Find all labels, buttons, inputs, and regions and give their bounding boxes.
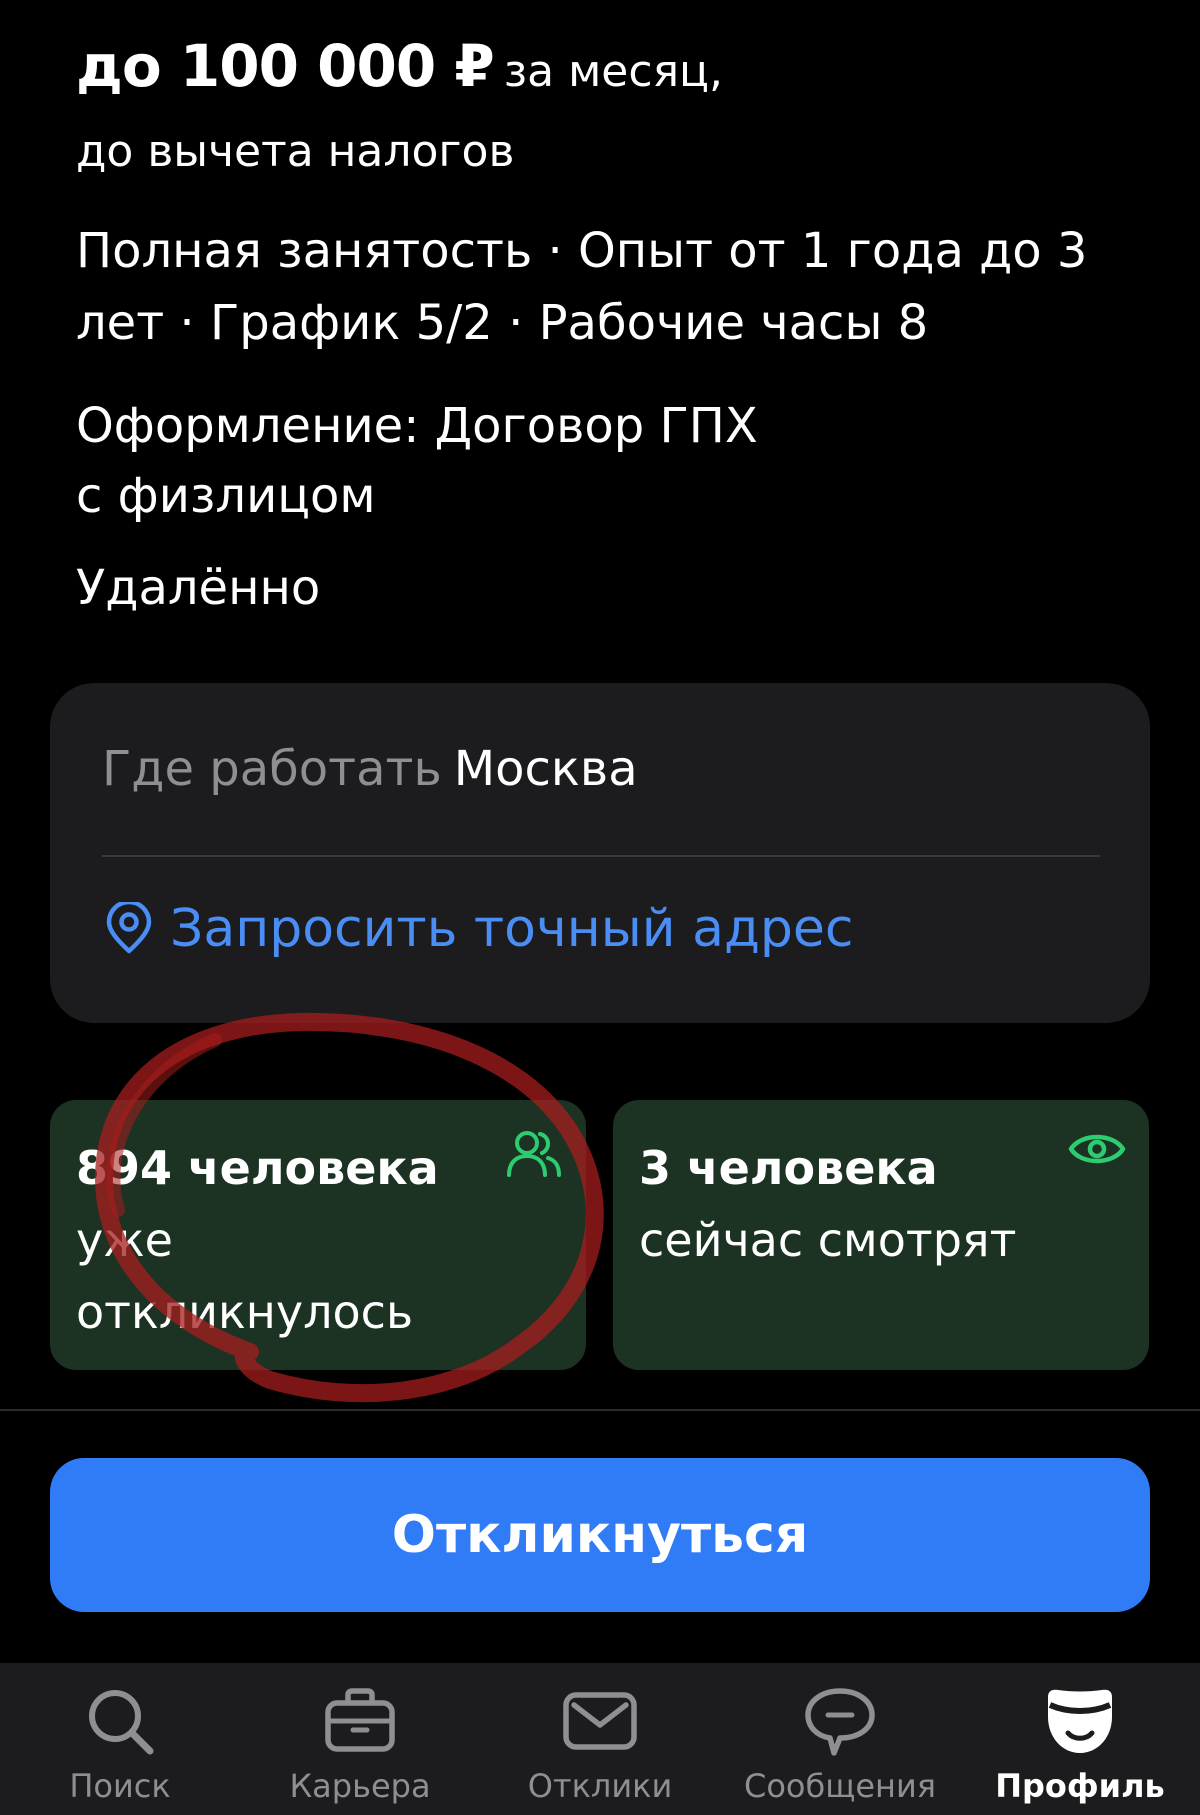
responses-stat-text: 894 человека уже откликнулось	[76, 1132, 506, 1348]
viewers-stat-text: 3 человека сейчас смотрят	[639, 1132, 1069, 1276]
divider	[102, 855, 1100, 857]
tab-profile[interactable]: Профиль	[960, 1663, 1200, 1815]
location-row: Где работать Москва	[102, 741, 638, 797]
bottom-tab-bar: Поиск Карьера Отклики Сообщения Профиль	[0, 1663, 1200, 1815]
people-icon	[507, 1131, 561, 1177]
responses-count: 894 человека	[76, 1141, 439, 1195]
responses-text: откликнулось	[76, 1285, 414, 1339]
viewers-stat-card: 3 человека сейчас смотрят	[613, 1100, 1149, 1370]
salary-amount: до 100 000 ₽	[76, 32, 495, 100]
employment-type: Оформление: Договор ГПХ с физлицом	[76, 391, 976, 531]
responses-stat-card: 894 человека уже откликнулось	[50, 1100, 586, 1370]
responses-text: уже	[76, 1213, 173, 1267]
location-label: Где работать	[102, 741, 442, 797]
tab-responses[interactable]: Отклики	[480, 1663, 720, 1815]
viewers-count: 3 человека	[639, 1141, 938, 1195]
salary-note: до вычета налогов	[76, 126, 515, 177]
tab-label: Отклики	[527, 1767, 673, 1805]
work-format: Удалённо	[76, 560, 321, 616]
tab-search[interactable]: Поиск	[0, 1663, 240, 1815]
tab-career[interactable]: Карьера	[240, 1663, 480, 1815]
location-city: Москва	[453, 741, 638, 797]
divider	[0, 1409, 1200, 1411]
salary: до 100 000 ₽ за месяц,	[76, 32, 723, 100]
tab-label: Сообщения	[743, 1767, 937, 1805]
profile-icon	[1048, 1689, 1112, 1753]
request-address-label: Запросить точный адрес	[170, 899, 854, 959]
respond-button[interactable]: Откликнуться	[50, 1458, 1150, 1612]
tab-messages[interactable]: Сообщения	[720, 1663, 960, 1815]
salary-period: за месяц,	[503, 46, 723, 97]
viewers-text: сейчас смотрят	[639, 1213, 1017, 1267]
request-address-link[interactable]: Запросить точный адрес	[102, 899, 854, 959]
location-card: Где работать Москва Запросить точный адре…	[50, 683, 1150, 1023]
tab-label: Поиск	[69, 1767, 171, 1805]
employment-line: с физлицом	[76, 468, 376, 524]
eye-icon	[1068, 1134, 1126, 1164]
chat-bubble-icon	[805, 1688, 875, 1756]
job-conditions: Полная занятость · Опыт от 1 года до 3 л…	[76, 223, 1088, 351]
tab-label: Профиль	[995, 1767, 1165, 1805]
envelope-icon	[563, 1692, 637, 1750]
briefcase-icon	[325, 1688, 395, 1752]
tab-label: Карьера	[289, 1767, 431, 1805]
search-icon	[89, 1690, 154, 1755]
location-pin-icon	[106, 902, 152, 954]
employment-line: Оформление: Договор ГПХ	[76, 398, 758, 454]
